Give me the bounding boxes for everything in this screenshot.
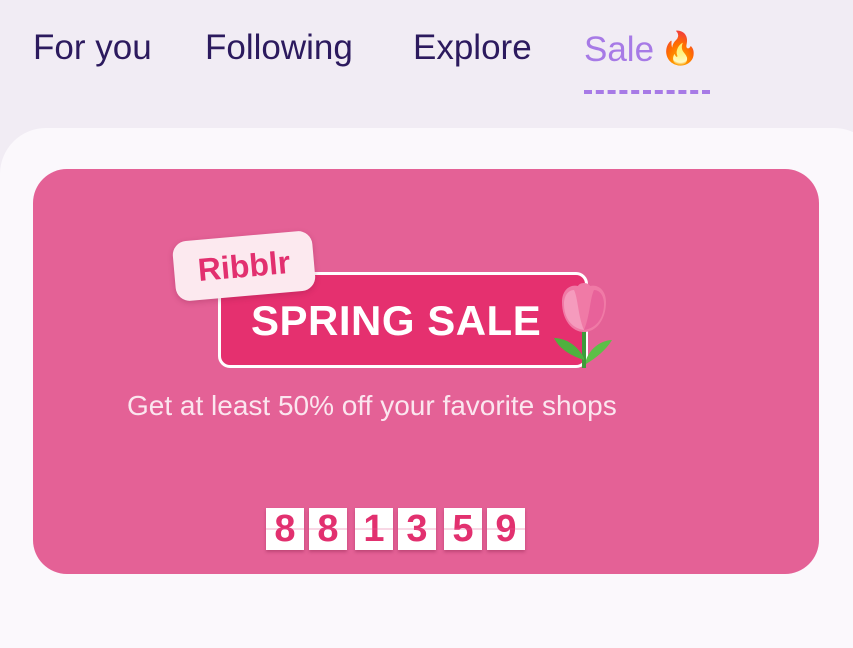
- tulip-icon: [554, 283, 612, 368]
- countdown-timer: 8 8 1 3 5 9: [266, 508, 530, 550]
- top-tab-bar: For you Following Explore Sale 🔥: [0, 0, 853, 128]
- sale-subtitle: Get at least 50% off your favorite shops: [127, 390, 617, 421]
- countdown-digit: 1: [355, 508, 393, 550]
- ribblr-logo: Ribblr: [171, 230, 317, 302]
- active-tab-indicator: [584, 90, 710, 94]
- countdown-digit: 5: [444, 508, 482, 550]
- tab-sale-label: Sale: [584, 30, 655, 69]
- countdown-digit: 8: [266, 508, 304, 550]
- tab-explore[interactable]: Explore: [413, 26, 532, 70]
- countdown-digit: 9: [487, 508, 525, 550]
- tab-for-you[interactable]: For you: [33, 26, 152, 70]
- tab-sale[interactable]: Sale 🔥: [584, 26, 700, 72]
- countdown-digit: 3: [398, 508, 436, 550]
- countdown-digit: 8: [309, 508, 347, 550]
- tab-following[interactable]: Following: [205, 26, 353, 70]
- sale-title: SPRING SALE: [251, 297, 542, 344]
- fire-icon: 🔥: [660, 30, 700, 66]
